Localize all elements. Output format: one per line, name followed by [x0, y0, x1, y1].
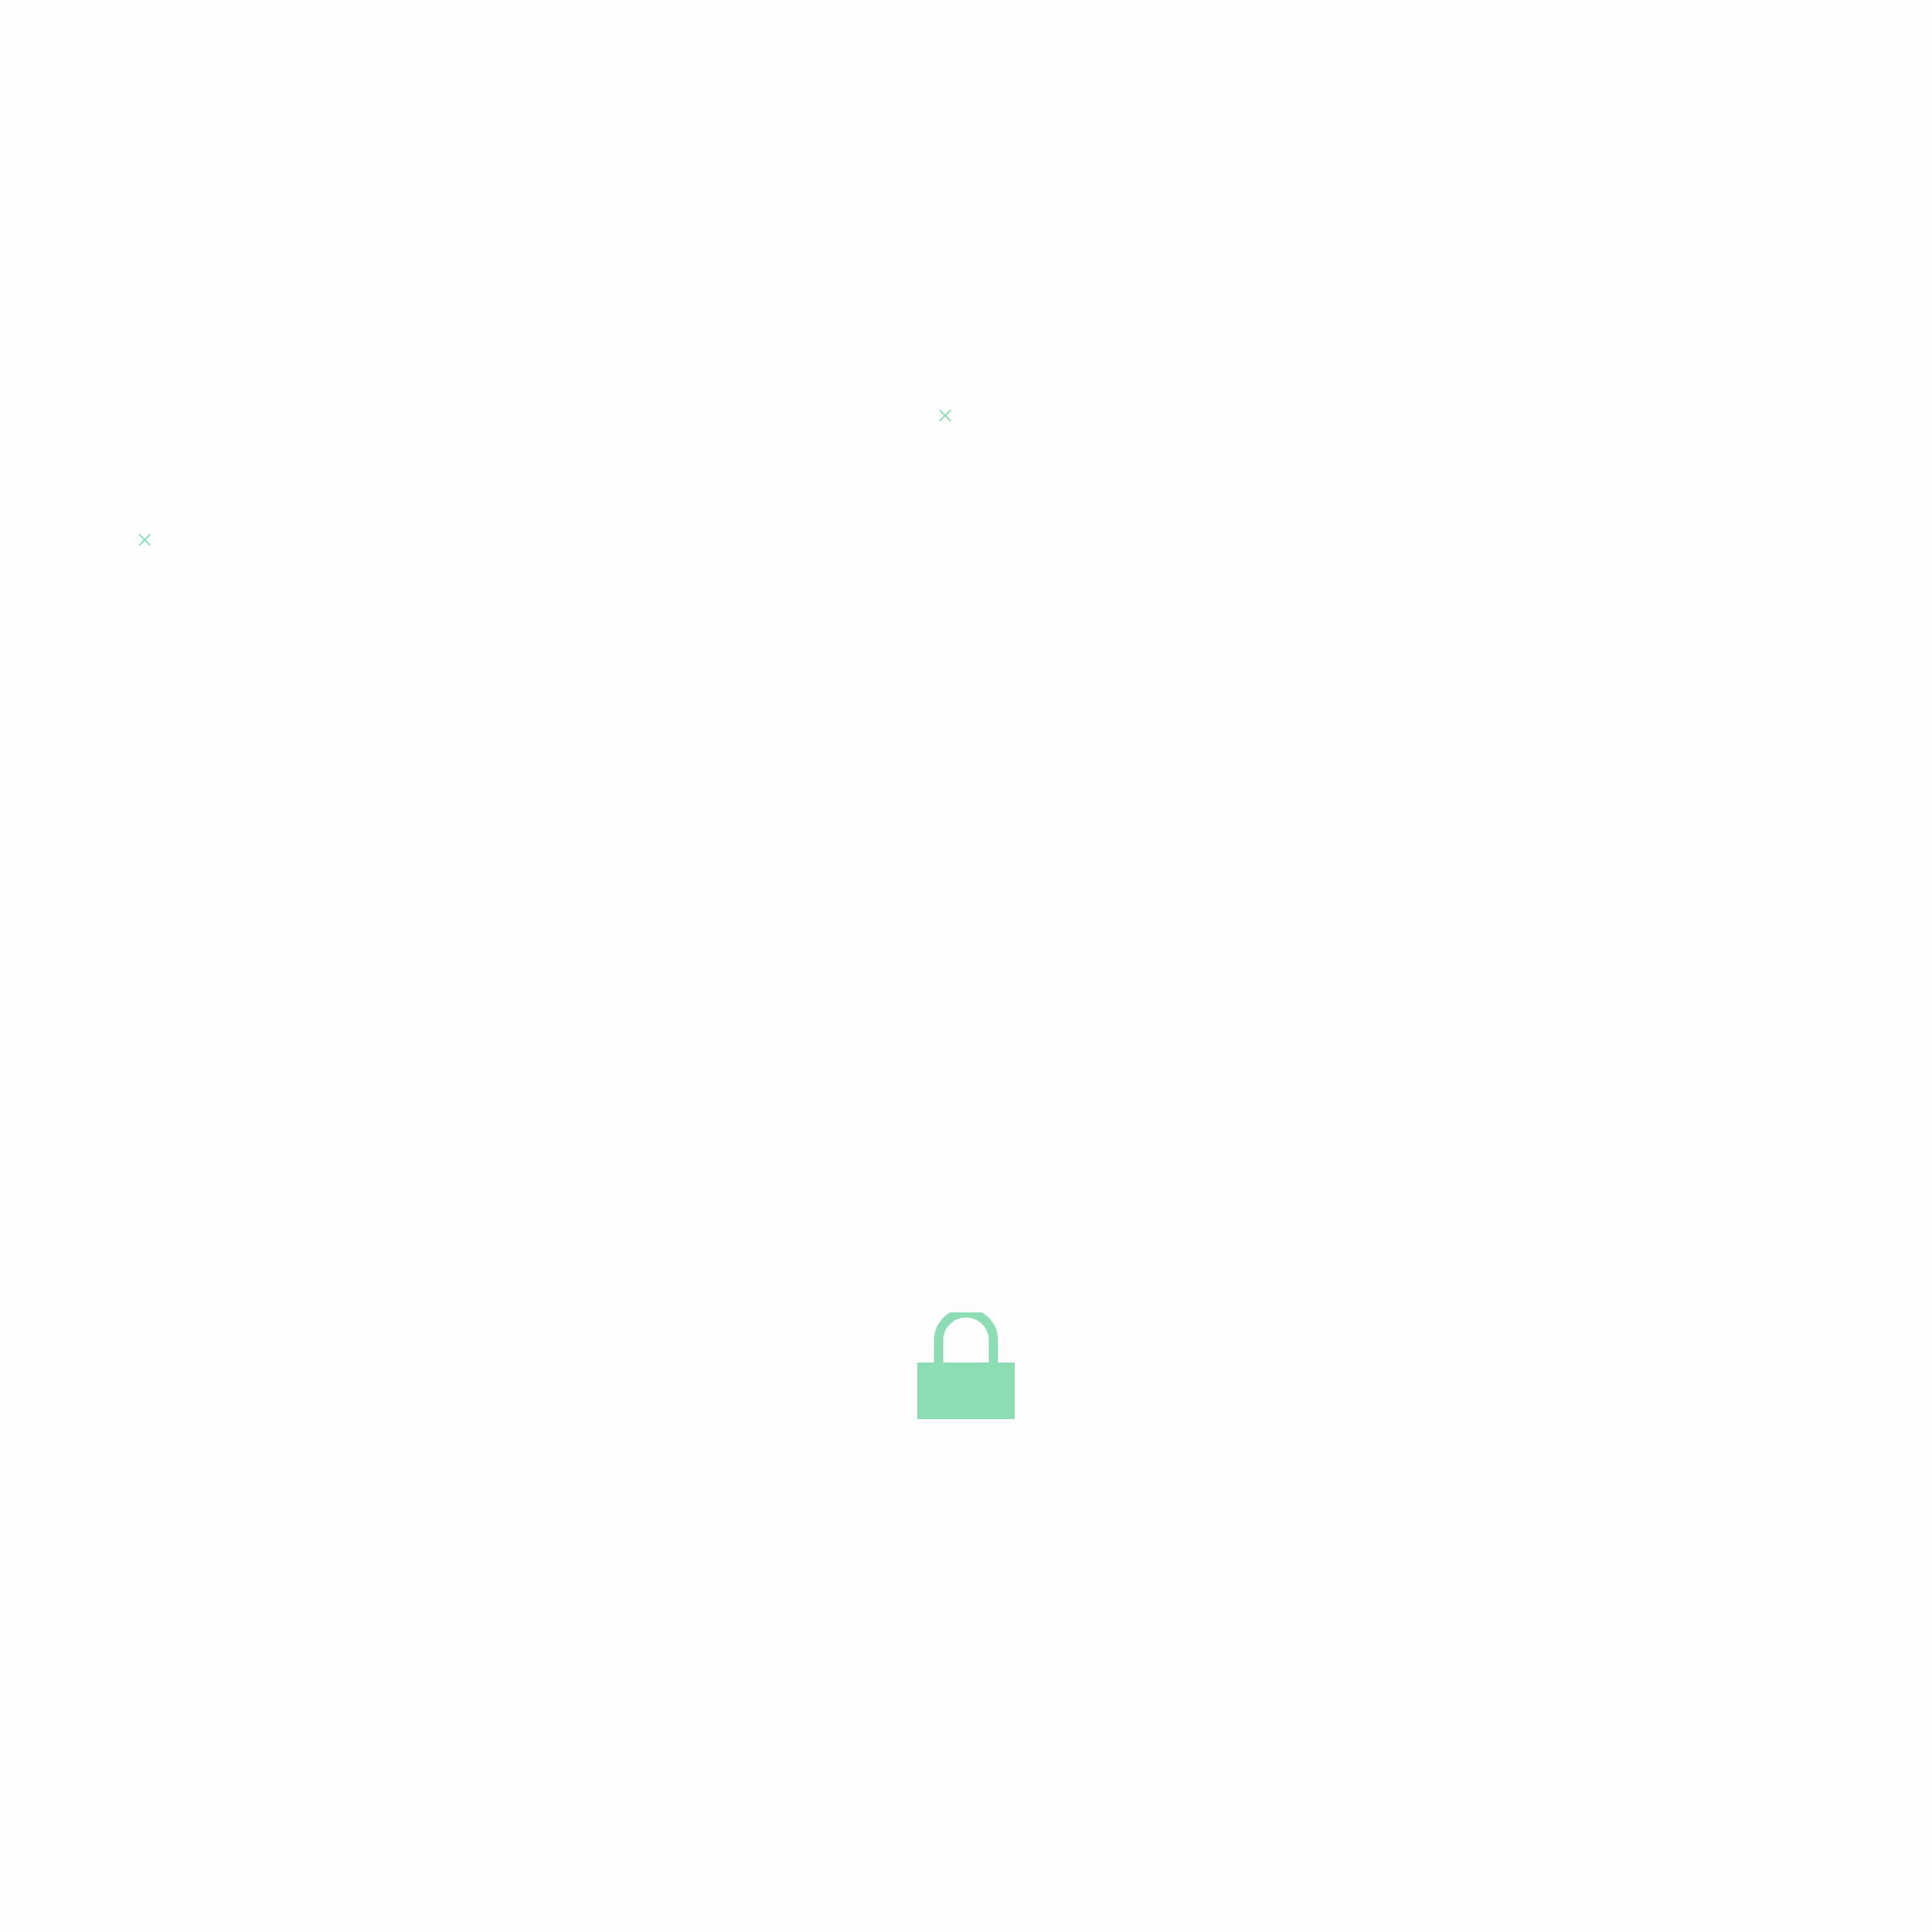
close-icon[interactable]: [138, 533, 151, 546]
close-icon[interactable]: [939, 409, 952, 422]
lock-icon: [917, 1312, 1015, 1419]
